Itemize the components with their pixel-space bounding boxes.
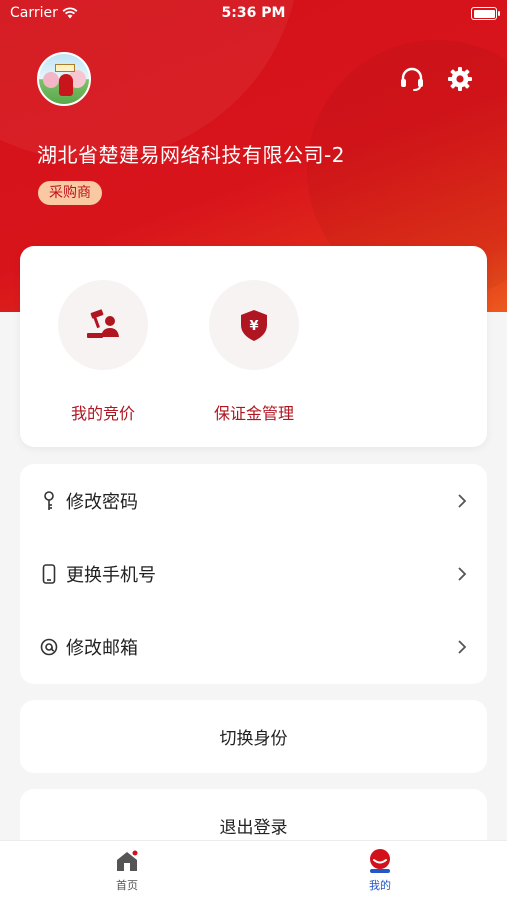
my-bidding-button[interactable]: 我的竞价 xyxy=(33,280,173,424)
key-icon xyxy=(40,490,58,510)
tab-mine-label: 我的 xyxy=(369,879,391,892)
company-name: 湖北省楚建易网络科技有限公司-2 xyxy=(37,143,345,167)
settings-item-change-password[interactable]: 修改密码 xyxy=(20,464,487,537)
settings-item-label: 修改密码 xyxy=(66,491,138,513)
battery-icon xyxy=(471,7,500,20)
deposit-management-label: 保证金管理 xyxy=(213,404,294,423)
settings-item-change-email[interactable]: 修改邮箱 xyxy=(20,610,487,683)
headset-icon[interactable] xyxy=(397,64,427,94)
phone-icon xyxy=(40,563,58,584)
user-icon xyxy=(366,847,394,875)
gear-icon[interactable] xyxy=(445,64,475,94)
deposit-shield-icon: ¥ xyxy=(209,280,299,370)
bidding-icon xyxy=(58,280,148,370)
chevron-right-icon xyxy=(455,565,469,583)
chevron-right-icon xyxy=(455,492,469,510)
settings-list: 修改密码 更换手机号 修改邮箱 xyxy=(20,464,487,684)
my-bidding-label: 我的竞价 xyxy=(70,404,135,423)
svg-text:¥: ¥ xyxy=(249,319,258,334)
deposit-management-button[interactable]: ¥ 保证金管理 xyxy=(184,280,324,424)
tab-mine[interactable]: 我的 xyxy=(340,847,420,893)
switch-identity-button[interactable]: 切换身份 xyxy=(20,700,487,773)
avatar[interactable] xyxy=(37,52,91,106)
chevron-right-icon xyxy=(455,638,469,656)
role-badge: 采购商 xyxy=(38,181,102,205)
tab-bar: 首页 我的 xyxy=(0,840,507,900)
home-icon xyxy=(113,847,141,875)
tab-home[interactable]: 首页 xyxy=(87,847,167,893)
status-bar: Carrier 5:36 PM xyxy=(0,0,507,28)
settings-item-label: 更换手机号 xyxy=(66,564,156,586)
status-time: 5:36 PM xyxy=(221,5,286,21)
settings-item-change-phone[interactable]: 更换手机号 xyxy=(20,537,487,610)
tab-home-label: 首页 xyxy=(116,879,138,892)
at-icon xyxy=(40,638,58,656)
settings-item-label: 修改邮箱 xyxy=(66,637,138,659)
quick-actions-card: 我的竞价 ¥ 保证金管理 xyxy=(20,246,487,447)
